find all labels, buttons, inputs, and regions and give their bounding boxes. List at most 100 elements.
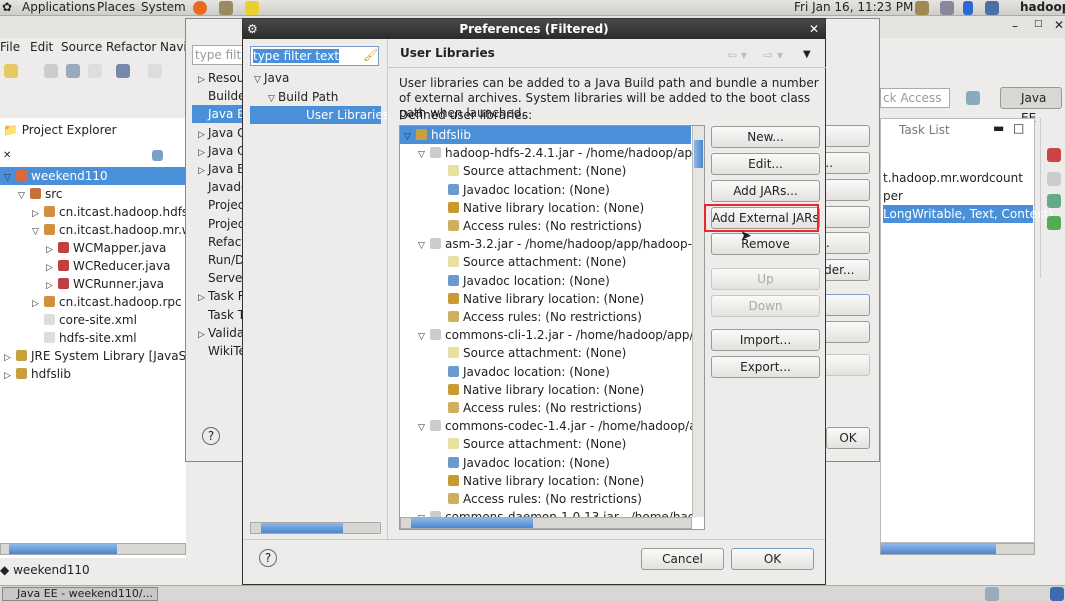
library-item[interactable]: ▽ hdfslib [400,126,691,144]
outline-item-selected[interactable]: LongWritable, Text, Context) [883,205,1053,223]
problems-icon[interactable] [1047,148,1061,162]
places-menu[interactable]: Places [97,0,135,15]
user-libraries-tree[interactable]: ▽ hdfslib ▽ hadoop-hdfs-2.4.1.jar - /home/h… [399,125,705,530]
jar-attribute-item[interactable]: Access rules: (No restrictions) [400,217,692,235]
taskbar-item-eclipse[interactable]: Java EE - weekend110/... [2,587,158,601]
expand-toggle-icon[interactable]: ▷ [4,367,14,383]
explorer-tree-item[interactable]: hdfs-site.xml [0,329,186,347]
project-explorer-tab[interactable]: 📁 Project Explorer ✕ [0,118,120,161]
jar-attribute-item[interactable]: Access rules: (No restrictions) [400,490,692,508]
minimize-view-icon[interactable]: ▬ [993,121,1004,135]
clear-filter-icon[interactable]: 🖌 [363,48,378,62]
gnome-foot-icon[interactable]: ✿ [2,0,12,15]
explorer-tree-item[interactable]: ▷ WCReducer.java [0,257,186,275]
explorer-tree-item[interactable]: ▽ cn.itcast.hadoop.mr.wordc [0,221,186,239]
explorer-tree-item[interactable]: core-site.xml [0,311,186,329]
jar-attribute-item[interactable]: Javadoc location: (None) [400,454,692,472]
outline-item[interactable]: t.hadoop.mr.wordcount [883,169,1023,187]
jar-attribute-item[interactable]: Source attachment: (None) [400,253,692,271]
jar-attribute-item[interactable]: Native library location: (None) [400,381,692,399]
remove-button[interactable]: Remove [711,233,820,255]
debug-icon[interactable] [116,64,130,78]
pref-nav-item[interactable]: ▽ Build Path [250,88,381,106]
back-nav-item[interactable]: Serve [192,269,244,287]
expand-toggle-icon[interactable]: ▷ [46,259,56,275]
expand-toggle-icon[interactable]: ▷ [198,126,208,142]
help-icon[interactable]: ? [259,549,277,567]
datasource-icon[interactable] [1047,216,1061,230]
menu-file[interactable]: File [0,40,20,54]
explorer-tree-item[interactable]: ▷ cn.itcast.hadoop.rpc [0,293,186,311]
back-ok-button[interactable]: OK [826,427,870,449]
open-perspective-icon[interactable] [966,91,980,105]
run-icon[interactable] [148,64,162,78]
jar-item[interactable]: ▽ commons-cli-1.2.jar - /home/hadoop/app/… [400,326,692,344]
expand-toggle-icon[interactable]: ▽ [418,419,428,435]
jar-attribute-item[interactable]: Source attachment: (None) [400,162,692,180]
expand-toggle-icon[interactable]: ▷ [198,326,208,342]
back-nav-item[interactable]: ▷ Valida [192,324,244,342]
back-nav-item[interactable]: WikiTe [192,342,244,360]
user-name[interactable]: hadoop [1020,0,1065,15]
maximize-icon[interactable]: □ [1034,19,1043,29]
menu-edit[interactable]: Edit [30,40,53,54]
libs-vscrollbar[interactable] [692,126,704,517]
explorer-tree-item[interactable]: ▽ weekend110 [0,167,186,185]
expand-toggle-icon[interactable]: ▷ [32,295,42,311]
explorer-tree-item[interactable]: ▷ hdfslib [0,365,186,383]
servers-icon[interactable] [1047,194,1061,208]
add-jars-button[interactable]: Add JARs... [711,180,820,202]
expand-toggle-icon[interactable]: ▷ [198,162,208,178]
jar-attribute-item[interactable]: Source attachment: (None) [400,435,692,453]
menu-source[interactable]: Source [61,40,102,54]
back-nav-item[interactable]: ▷ Task R [192,287,244,305]
expand-toggle-icon[interactable]: ▷ [4,349,14,365]
pref-nav-item[interactable]: User Libraries [250,106,389,124]
save-all-icon[interactable] [66,64,80,78]
jar-attribute-item[interactable]: Javadoc location: (None) [400,363,692,381]
jar-attribute-item[interactable]: Access rules: (No restrictions) [400,399,692,417]
explorer-tree-item[interactable]: ▷ WCMapper.java [0,239,186,257]
cancel-button[interactable]: Cancel [641,548,724,570]
back-nav-item[interactable]: ▷ Java C [192,142,244,160]
print-icon[interactable] [88,64,102,78]
firefox-icon[interactable] [193,1,207,15]
back-nav-item[interactable]: Refact [192,233,244,251]
collapse-all-icon[interactable] [152,150,163,161]
close-tab-icon[interactable]: ✕ [3,150,11,161]
back-nav-item[interactable]: ▷ Java E [192,160,244,178]
jar-item[interactable]: ▽ asm-3.2.jar - /home/hadoop/app/hadoop-2… [400,235,692,253]
export-button[interactable]: Export... [711,356,820,378]
expand-toggle-icon[interactable]: ▷ [32,205,42,221]
expand-toggle-icon[interactable]: ▷ [46,277,56,293]
up-button[interactable]: Up [711,268,820,290]
maximize-view-icon[interactable]: □ [1013,121,1024,135]
workspace-switcher-icon[interactable] [985,587,999,601]
close-icon[interactable]: ✕ [1054,18,1064,32]
expand-toggle-icon[interactable]: ▷ [198,71,208,87]
filter-input[interactable]: type filter text 🖌 [250,46,379,66]
expand-toggle-icon[interactable]: ▷ [46,241,56,257]
jar-attribute-item[interactable]: Native library location: (None) [400,199,692,217]
expand-toggle-icon[interactable]: ▽ [18,187,28,203]
view-menu-icon[interactable]: ▼ [803,49,811,60]
applications-menu[interactable]: Applications [22,0,95,15]
sash-divider[interactable] [387,39,388,539]
nav-hscrollbar[interactable] [250,522,381,534]
explorer-tree-item[interactable]: ▷ WCRunner.java [0,275,186,293]
explorer-tree-item[interactable]: ▷ JRE System Library [JavaSE- [0,347,186,365]
java-ee-perspective-button[interactable]: Java EE [1000,87,1062,125]
expand-toggle-icon[interactable]: ▷ [198,144,208,160]
expand-toggle-icon[interactable]: ▷ [198,289,208,305]
back-nav-icon[interactable]: ⇦ ▾ [727,48,747,62]
menu-refactor[interactable]: Refactor [106,40,156,54]
outline-item[interactable]: per [883,187,903,205]
jar-attribute-item[interactable]: Javadoc location: (None) [400,272,692,290]
expand-toggle-icon[interactable]: ▽ [254,71,264,89]
back-nav-item[interactable]: ▷ Resou [192,69,244,87]
task-list-tab[interactable]: Task List [899,123,950,137]
jar-item[interactable]: ▽ commons-codec-1.4.jar - /home/hadoop/ap… [400,417,692,435]
back-nav-item[interactable]: Java B [192,105,244,124]
expand-toggle-icon[interactable]: ▽ [418,328,428,344]
expand-toggle-icon[interactable]: ▽ [418,146,428,162]
